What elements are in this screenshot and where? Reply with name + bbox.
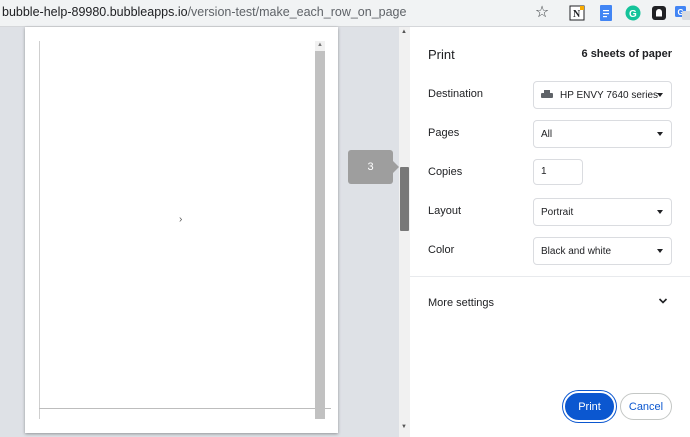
scroll-down-arrow-icon[interactable]: ▼ [401, 424, 407, 430]
chevron-down-icon[interactable] [658, 296, 668, 306]
destination-value: HP ENVY 7640 series [560, 89, 659, 101]
printer-icon [541, 90, 553, 100]
grammarly-icon[interactable]: G [624, 4, 642, 22]
section-divider [410, 276, 690, 277]
destination-label: Destination [428, 88, 484, 100]
print-button[interactable]: Print [565, 393, 614, 420]
preview-scrollbar-thumb[interactable] [400, 167, 409, 231]
color-value: Black and white [541, 245, 612, 257]
cancel-button[interactable]: Cancel [620, 393, 672, 420]
url-path: /version-test/make_each_row_on_page [187, 5, 407, 19]
sheet-count: 6 sheets of paper [581, 48, 672, 60]
browser-toolbar: bubble-help-89980.bubbleapps.io/version-… [0, 0, 690, 27]
chevron-right-icon: › [179, 214, 183, 225]
copies-label: Copies [428, 166, 463, 178]
notion-web-clipper-icon[interactable]: N [568, 4, 586, 22]
preview-scrollbar[interactable]: ▲ ▼ [399, 27, 410, 437]
url-host: bubble-help-89980.bubbleapps.io [2, 5, 188, 19]
pages-label: Pages [428, 127, 460, 139]
page-inner-scrollbar-thumb[interactable] [315, 51, 325, 419]
pages-select[interactable]: All [533, 120, 672, 148]
print-settings-panel: Print 6 sheets of paper Destination HP E… [410, 27, 690, 437]
address-bar[interactable]: bubble-help-89980.bubbleapps.io/version-… [2, 5, 406, 19]
scroll-up-arrow-icon[interactable]: ▲ [401, 29, 407, 35]
page-border-bottom [39, 408, 331, 409]
layout-label: Layout [428, 205, 462, 217]
layout-select[interactable]: Portrait [533, 198, 672, 226]
bookmark-star-icon[interactable]: ☆ [533, 3, 551, 21]
svg-text:G: G [629, 9, 637, 20]
svg-text:N: N [573, 9, 581, 20]
page-number-tooltip: 3 [348, 150, 393, 184]
color-select[interactable]: Black and white [533, 237, 672, 265]
copies-input[interactable]: 1 [533, 159, 583, 185]
page-inner-scrollbar[interactable]: ▲ [315, 41, 325, 419]
preview-page: ▲ › [25, 27, 338, 433]
print-preview-area: ▲ › [0, 27, 410, 437]
caret-down-icon [657, 132, 663, 136]
pages-value: All [541, 128, 553, 140]
caret-down-icon [657, 249, 663, 253]
scroll-up-arrow-icon[interactable]: ▲ [317, 42, 323, 48]
docs-icon[interactable] [597, 4, 615, 22]
more-settings-toggle[interactable]: More settings [428, 297, 494, 309]
page-border-left [39, 41, 40, 419]
translate-icon[interactable]: G [674, 4, 690, 22]
ghostery-icon[interactable] [650, 4, 668, 22]
destination-select[interactable]: HP ENVY 7640 series [533, 81, 672, 109]
layout-value: Portrait [541, 206, 574, 218]
caret-down-icon [657, 210, 663, 214]
print-title: Print [428, 47, 455, 62]
color-label: Color [428, 244, 455, 256]
caret-down-icon [657, 93, 663, 97]
